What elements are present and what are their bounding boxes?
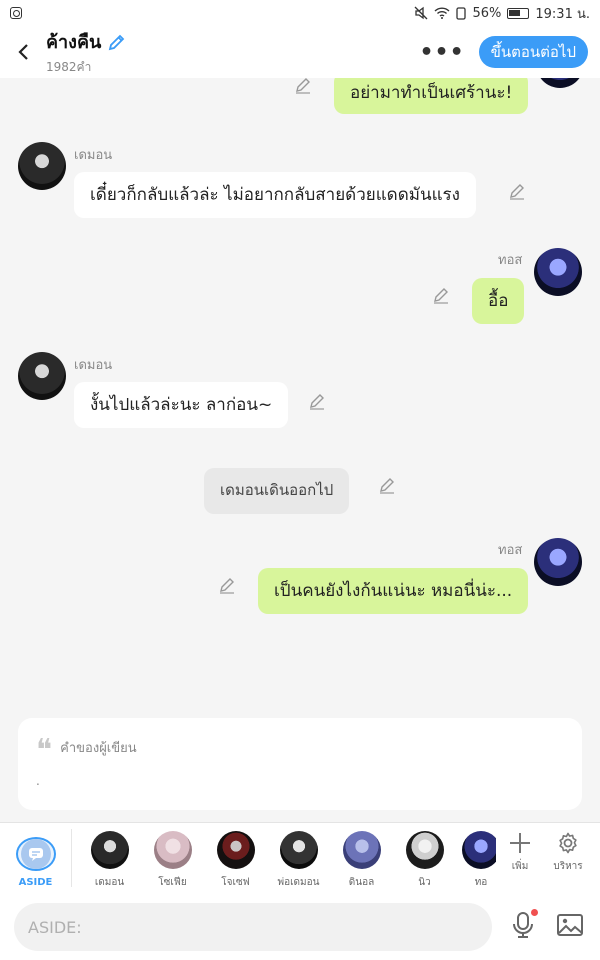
avatar: [153, 831, 192, 869]
aside-avatar: [15, 837, 56, 871]
next-episode-button[interactable]: ขึ้นตอนต่อไป: [478, 36, 588, 68]
status-time: 19:31 น.: [535, 6, 590, 22]
microphone-icon: [513, 912, 533, 938]
chat-bubble-icon: [28, 848, 43, 861]
message-bubble[interactable]: เป็นคนยังไงก้นแน่นะ หมอนี่น่ะ...: [258, 568, 529, 614]
character-name: เดมอน: [94, 877, 125, 888]
character-bar: ASIDE เดมอน โซเฟีย โจเซฟ พ่อเดมอน ดินอล …: [0, 822, 600, 894]
aside-selector[interactable]: ASIDE: [0, 829, 72, 888]
edit-message-icon[interactable]: [378, 476, 396, 494]
more-options-icon[interactable]: •••: [419, 40, 464, 65]
word-count: 1982คำ: [46, 60, 92, 74]
title-block: ค้างคืน 1982คำ: [46, 27, 419, 77]
wifi-icon: [434, 7, 450, 19]
manage-label: บริหาร: [553, 861, 583, 872]
avatar: [90, 831, 129, 869]
writer-note-body: .: [36, 774, 40, 788]
chat-area[interactable]: อย่ามาทำเป็นเศร้านะ! เดมอน เดี๋ยวก็กลับแ…: [0, 78, 600, 718]
battery-percent: 56%: [472, 5, 502, 21]
avatar: [405, 831, 444, 869]
character-name: ทอ: [474, 877, 488, 888]
speaker-name: เดมอน: [74, 148, 113, 163]
speaker-name: ทอส: [498, 253, 523, 268]
message-bubble[interactable]: เดี๋ยวก็กลับแล้วล่ะ ไม่อยากกลับสายด้วยแด…: [74, 172, 476, 218]
character-item[interactable]: โจเซฟ: [204, 823, 267, 890]
avatar[interactable]: [534, 538, 582, 586]
aside-label: ASIDE: [18, 877, 53, 888]
edit-message-icon[interactable]: [432, 286, 450, 304]
narration-bubble[interactable]: เดมอนเดินออกไป: [204, 468, 350, 514]
header: ค้างคืน 1982คำ ••• ขึ้นตอนต่อไป: [0, 26, 600, 78]
character-item[interactable]: โซเฟีย: [141, 823, 204, 890]
avatar: [462, 831, 496, 869]
edit-message-icon[interactable]: [308, 392, 326, 410]
character-name: นิว: [418, 877, 431, 888]
writer-note-title: คำของผู้เขียน: [60, 740, 137, 756]
speaker-name: เดมอน: [74, 358, 113, 373]
edit-title-icon[interactable]: [107, 32, 127, 52]
data-icon: [456, 6, 467, 20]
status-bar: 56% 19:31 น.: [0, 0, 600, 26]
input-bar: [0, 894, 600, 960]
avatar[interactable]: [18, 352, 66, 400]
writer-note[interactable]: ❝ คำของผู้เขียน .: [18, 718, 582, 810]
message-bubble[interactable]: อื้อ: [472, 278, 525, 324]
back-icon[interactable]: [12, 40, 36, 64]
message-input[interactable]: [14, 903, 492, 951]
plus-icon: [510, 833, 530, 853]
add-character-button[interactable]: เพิ่ม: [496, 823, 544, 874]
avatar[interactable]: [534, 248, 582, 296]
battery-icon: [507, 7, 530, 19]
avatar[interactable]: [18, 142, 66, 190]
add-label: เพิ่ม: [511, 861, 529, 872]
image-button[interactable]: [556, 913, 584, 941]
microphone-button[interactable]: [512, 909, 538, 943]
manage-characters-button[interactable]: บริหาร: [544, 823, 592, 874]
message-bubble[interactable]: อย่ามาทำเป็นเศร้านะ!: [334, 78, 529, 114]
edit-message-icon[interactable]: [218, 576, 236, 594]
character-item[interactable]: ดินอล: [330, 823, 393, 890]
character-item[interactable]: พ่อเดมอน: [267, 823, 330, 890]
mute-icon: [415, 6, 428, 20]
character-name: ดินอล: [348, 877, 375, 888]
notification-dot: [531, 909, 538, 916]
character-item[interactable]: เดมอน: [78, 823, 141, 890]
quote-icon: ❝: [36, 733, 53, 768]
character-item[interactable]: ทอ: [456, 823, 496, 890]
speaker-name: ทอส: [498, 543, 523, 558]
gear-icon: [559, 832, 577, 854]
avatar: [342, 831, 381, 869]
character-name: โซเฟีย: [158, 877, 187, 888]
message-bubble[interactable]: งั้นไปแล้วล่ะนะ ลาก่อน~: [74, 382, 289, 428]
edit-message-icon[interactable]: [508, 182, 526, 200]
instagram-icon: [10, 7, 22, 19]
character-name: โจเซฟ: [221, 877, 250, 888]
avatar: [216, 831, 255, 869]
character-name: พ่อเดมอน: [277, 877, 320, 888]
image-icon: [557, 914, 583, 936]
character-item[interactable]: นิว: [393, 823, 456, 890]
avatar: [279, 831, 318, 869]
avatar[interactable]: [536, 78, 584, 88]
page-title: ค้างคืน: [46, 32, 102, 53]
edit-message-icon[interactable]: [294, 78, 312, 94]
